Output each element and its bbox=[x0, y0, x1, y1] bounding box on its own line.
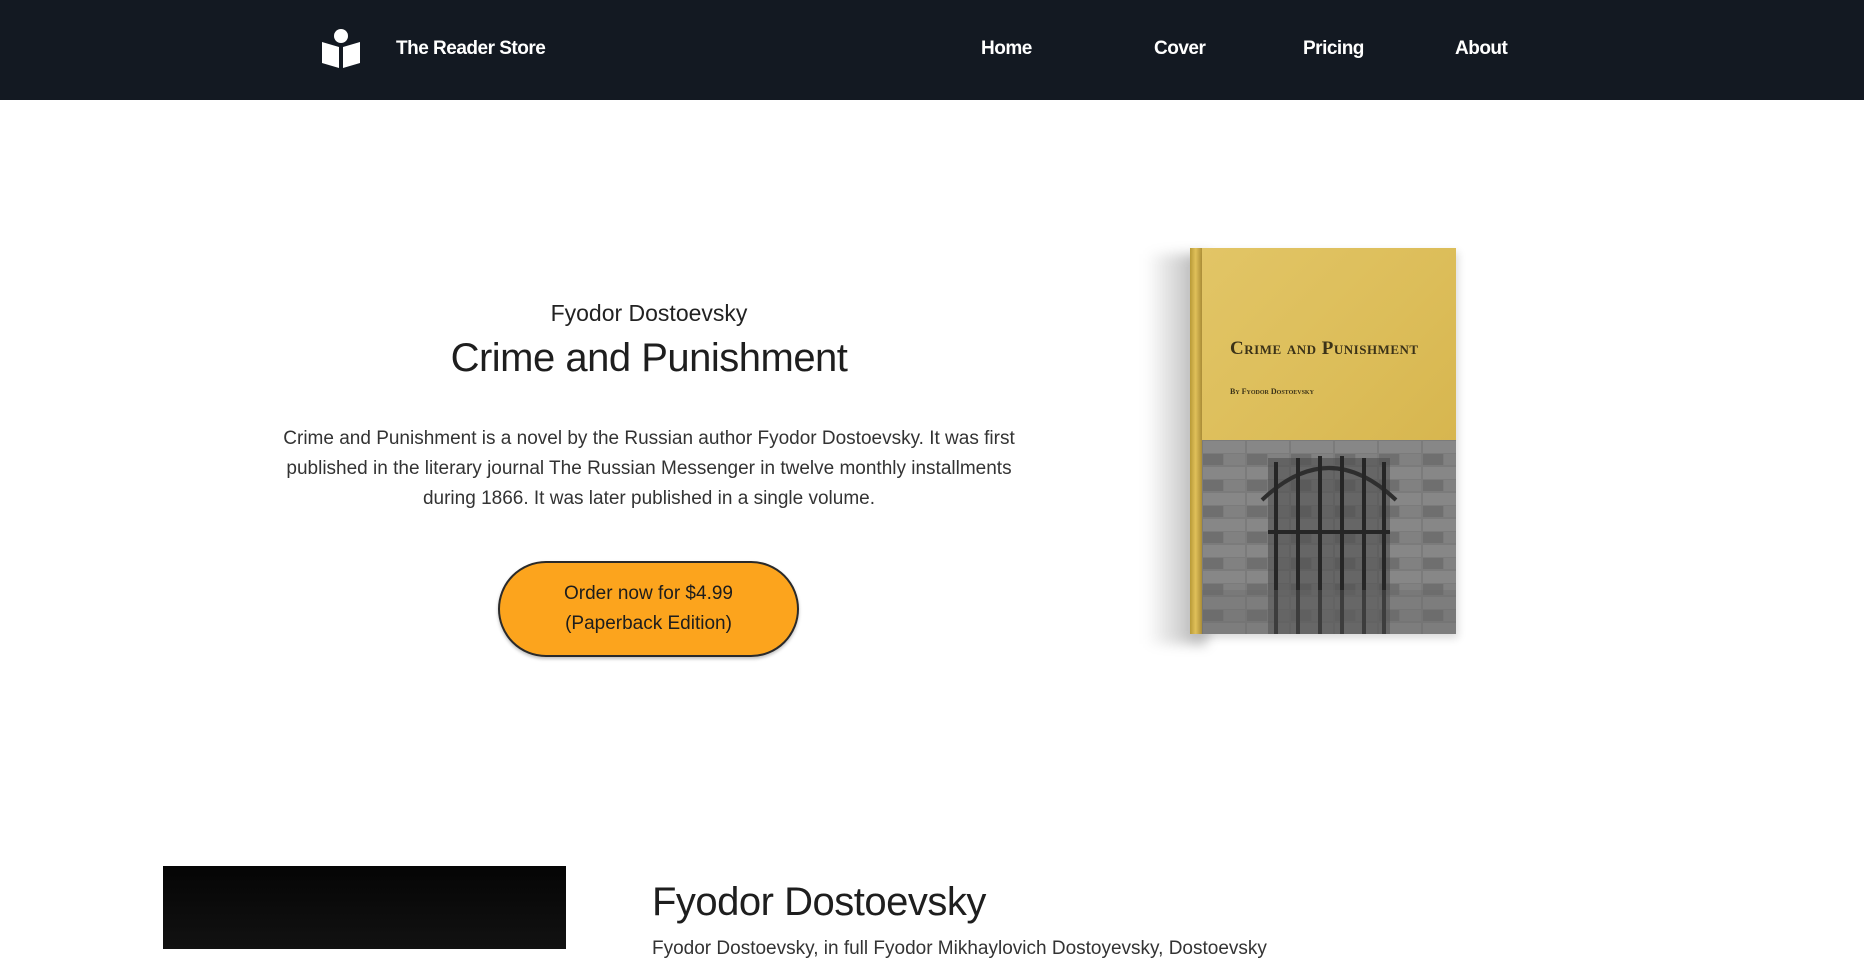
book-reader-icon bbox=[320, 28, 362, 70]
cover-title-panel: Crime and Punishment By Fyodor Dostoevsk… bbox=[1202, 248, 1456, 440]
author-photo bbox=[163, 866, 566, 949]
hero-description: Crime and Punishment is a novel by the R… bbox=[283, 428, 1015, 509]
brand-link[interactable]: The Reader Store bbox=[320, 28, 546, 70]
author-heading: Fyodor Dostoevsky bbox=[652, 880, 986, 924]
order-button-price: Order now for $4.99 bbox=[564, 583, 733, 604]
nav-link-cover[interactable]: Cover bbox=[1154, 38, 1206, 60]
hero-author: Fyodor Dostoevsky bbox=[550, 300, 748, 326]
cover-gate-illustration bbox=[1202, 440, 1456, 634]
nav-link-pricing[interactable]: Pricing bbox=[1303, 38, 1364, 60]
order-button[interactable]: Order now for $4.99 (Paperback Edition) bbox=[498, 561, 799, 657]
cover-title: Crime and Punishment bbox=[1230, 338, 1419, 359]
nav-link-home[interactable]: Home bbox=[981, 38, 1032, 60]
author-bio: Fyodor Dostoevsky, in full Fyodor Mikhay… bbox=[652, 938, 1267, 959]
book-front-cover: Crime and Punishment By Fyodor Dostoevsk… bbox=[1202, 248, 1456, 634]
nav-link-about[interactable]: About bbox=[1455, 38, 1508, 60]
brand-name: The Reader Store bbox=[396, 38, 546, 59]
top-navbar: The Reader Store Home Cover Pricing Abou… bbox=[0, 0, 1864, 100]
cover-byline: By Fyodor Dostoevsky bbox=[1230, 387, 1314, 396]
order-button-edition: (Paperback Edition) bbox=[565, 613, 732, 634]
book-cover-image: Crime and Punishment By Fyodor Dostoevsk… bbox=[1146, 248, 1456, 648]
hero-title: Crime and Punishment bbox=[450, 336, 848, 380]
